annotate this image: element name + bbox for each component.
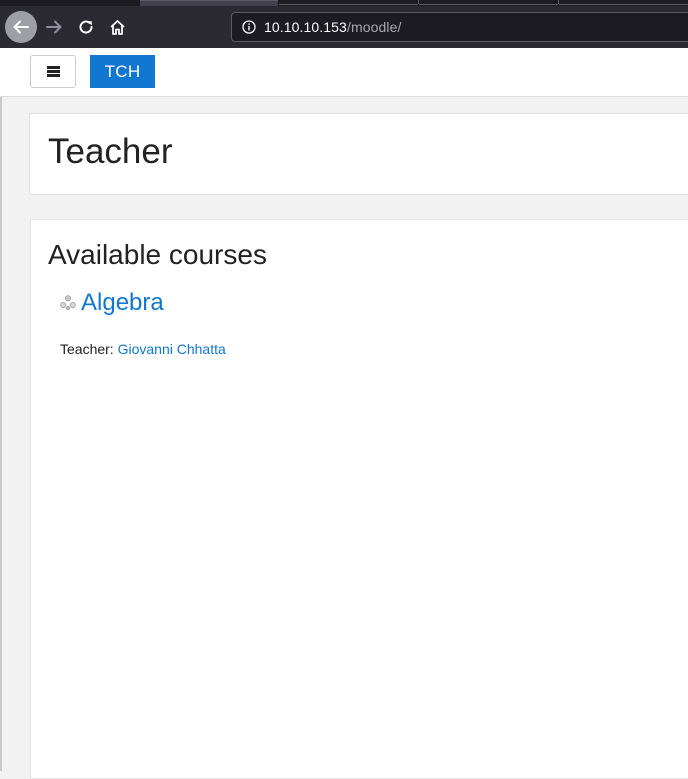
course-link[interactable]: Algebra bbox=[81, 289, 164, 317]
hamburger-icon bbox=[46, 66, 60, 77]
browser-toolbar: 10.10.10.153/moodle/ bbox=[0, 0, 688, 54]
forward-button[interactable] bbox=[38, 11, 70, 43]
address-bar[interactable]: 10.10.10.153/moodle/ bbox=[231, 12, 688, 42]
info-icon[interactable] bbox=[242, 20, 256, 34]
arrow-left-icon bbox=[13, 20, 29, 34]
browser-tab-active[interactable] bbox=[140, 0, 278, 6]
available-courses-card: Available courses Algebra Teacher: Giova… bbox=[30, 219, 688, 779]
page-title: Teacher bbox=[48, 132, 173, 171]
reload-button[interactable] bbox=[70, 11, 102, 43]
home-button[interactable] bbox=[101, 11, 133, 43]
browser-tab[interactable] bbox=[419, 0, 558, 5]
back-button[interactable] bbox=[5, 11, 37, 43]
course-icon bbox=[60, 295, 76, 311]
teacher-profile-link[interactable]: Giovanni Chhatta bbox=[118, 341, 226, 357]
reload-icon bbox=[79, 20, 93, 34]
url-path: /moodle/ bbox=[346, 19, 402, 35]
left-edge bbox=[0, 48, 2, 771]
course-teacher: Teacher: Giovanni Chhatta bbox=[60, 341, 226, 357]
teacher-label: Teacher: bbox=[60, 341, 114, 357]
nav-drawer-toggle-button[interactable] bbox=[30, 55, 76, 88]
home-icon bbox=[109, 19, 125, 35]
browser-tab[interactable] bbox=[279, 0, 418, 5]
arrow-right-icon bbox=[46, 20, 62, 34]
available-courses-heading: Available courses bbox=[48, 239, 267, 270]
page-header-card: Teacher bbox=[29, 113, 688, 195]
url-host: 10.10.10.153 bbox=[264, 19, 347, 35]
site-name-link[interactable]: TCH bbox=[90, 55, 155, 88]
browser-tab[interactable] bbox=[559, 0, 688, 5]
url-text[interactable]: 10.10.10.153/moodle/ bbox=[264, 19, 401, 35]
moodle-navbar: TCH bbox=[0, 48, 688, 97]
